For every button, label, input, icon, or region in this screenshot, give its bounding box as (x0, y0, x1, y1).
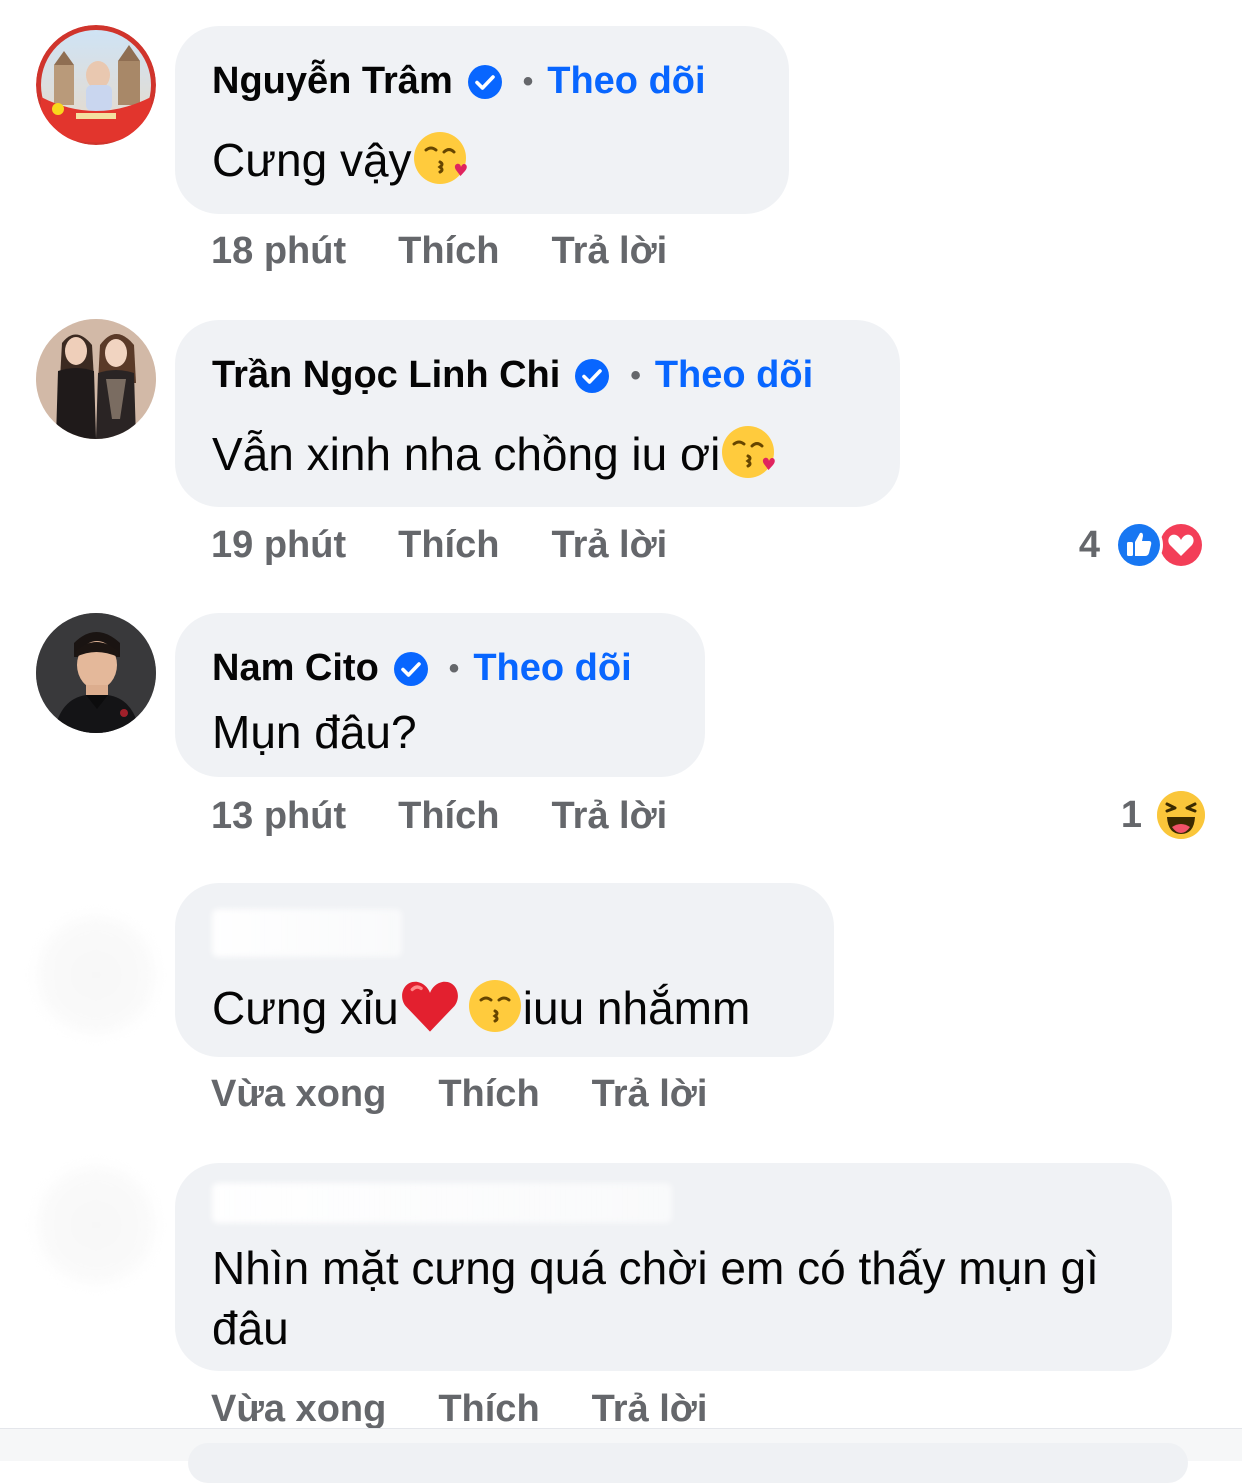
like-button[interactable]: Thích (438, 1073, 539, 1116)
like-button[interactable]: Thích (438, 1388, 539, 1431)
author-name-blurred[interactable] (212, 1183, 672, 1223)
timestamp[interactable]: Vừa xong (211, 1073, 386, 1116)
follow-link[interactable]: Theo dõi (655, 354, 813, 397)
avatar[interactable] (36, 613, 156, 733)
reply-button[interactable]: Trả lời (551, 795, 667, 838)
comment-text: Nhìn mặt cưng quá chời em có thấy mụn gì… (212, 1242, 1099, 1354)
comment-bubble: Trần Ngọc Linh Chi • Theo dõi Vẫn xinh n… (175, 320, 900, 507)
timestamp[interactable]: 19 phút (211, 524, 346, 567)
comment-item: Cưng xỉu iuu nhắmm Vừa xong Thích Trả lờ… (0, 880, 1242, 1160)
comment-actions: 13 phút Thích Trả lời (211, 795, 667, 838)
comment-actions: 18 phút Thích Trả lời (211, 230, 667, 273)
avatar[interactable] (36, 319, 156, 439)
like-button[interactable]: Thích (398, 230, 499, 273)
avatar[interactable] (36, 915, 156, 1035)
reaction-summary[interactable]: 4 (1079, 520, 1206, 570)
author-name-blurred[interactable] (212, 909, 402, 957)
follow-link[interactable]: Theo dõi (473, 647, 631, 690)
author-name[interactable]: Nguyễn Trâm (212, 60, 453, 103)
comment-actions: Vừa xong Thích Trả lời (211, 1388, 707, 1431)
like-button[interactable]: Thích (398, 795, 499, 838)
comment-bubble: Nam Cito • Theo dõi Mụn đâu? (175, 613, 705, 777)
comment-bubble: Nguyễn Trâm • Theo dõi Cưng vậy (175, 26, 789, 214)
comment-bubble: Cưng xỉu iuu nhắmm (175, 883, 834, 1057)
next-comment-bubble (188, 1443, 1188, 1483)
avatar[interactable] (36, 25, 156, 145)
comment-item: Nguyễn Trâm • Theo dõi Cưng vậy 18 phút … (0, 0, 1242, 300)
separator-dot: • (630, 358, 641, 392)
comment-text: Cưng xỉu iuu nhắmm (212, 974, 750, 1037)
like-reaction-icon (1115, 521, 1163, 569)
reaction-count: 1 (1120, 793, 1142, 836)
timestamp[interactable]: 13 phút (211, 795, 346, 838)
timestamp[interactable]: Vừa xong (211, 1388, 386, 1431)
timestamp[interactable]: 18 phút (211, 230, 346, 273)
separator-dot: • (522, 64, 534, 98)
author-name[interactable]: Nam Cito (212, 647, 379, 690)
verified-badge-icon (467, 64, 502, 99)
comment-text: Cưng vậy (212, 130, 468, 189)
verified-badge-icon (393, 651, 428, 686)
heart-emoji-icon (401, 981, 458, 1032)
kiss-emoji-icon (413, 132, 467, 184)
avatar[interactable] (36, 1165, 156, 1285)
comment-actions: 19 phút Thích Trả lời (211, 524, 667, 567)
author-name[interactable]: Trần Ngọc Linh Chi (212, 354, 560, 397)
comment-text: Mụn đâu? (212, 706, 417, 758)
reply-button[interactable]: Trả lời (592, 1073, 708, 1116)
comment-item: Trần Ngọc Linh Chi • Theo dõi Vẫn xinh n… (0, 300, 1242, 590)
comment-item: Nam Cito • Theo dõi Mụn đâu? 13 phút Thí… (0, 590, 1242, 880)
like-button[interactable]: Thích (398, 524, 499, 567)
follow-link[interactable]: Theo dõi (547, 60, 705, 103)
comment-item: Nhìn mặt cưng quá chời em có thấy mụn gì… (0, 1160, 1242, 1431)
reaction-summary[interactable]: 1 (1121, 790, 1206, 840)
haha-reaction-icon (1157, 791, 1205, 839)
verified-badge-icon (575, 358, 610, 393)
comment-bubble: Nhìn mặt cưng quá chời em có thấy mụn gì… (175, 1163, 1172, 1371)
kissing-emoji-icon (468, 980, 521, 1032)
comment-text: Vẫn xinh nha chồng iu ơi (212, 424, 776, 483)
reply-button[interactable]: Trả lời (551, 524, 667, 567)
reaction-count: 4 (1078, 523, 1100, 566)
reply-button[interactable]: Trả lời (592, 1388, 708, 1431)
comment-actions: Vừa xong Thích Trả lời (211, 1073, 707, 1116)
reply-button[interactable]: Trả lời (551, 230, 667, 273)
kiss-emoji-icon (722, 426, 776, 478)
separator-dot: • (448, 651, 460, 685)
